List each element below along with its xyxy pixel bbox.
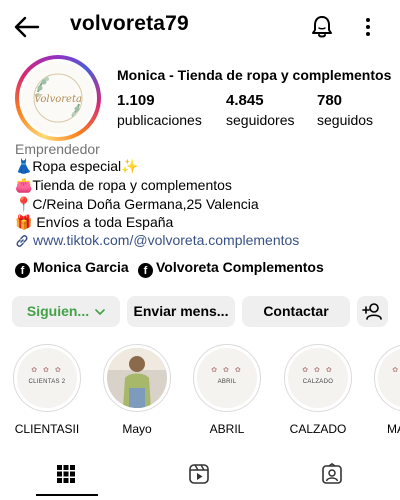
stat-followers-count: 4.845 bbox=[226, 92, 264, 109]
highlight-abril[interactable]: ✿ ✿ ✿ ABRIL ABRIL bbox=[189, 344, 265, 436]
bio-link-text: www.tiktok.com/@volvoreta.complementos bbox=[33, 232, 300, 248]
profile-category: Emprendedor bbox=[15, 141, 100, 157]
following-button-label: Siguien... bbox=[26, 303, 90, 319]
active-tab-indicator bbox=[36, 494, 98, 496]
highlight-label: CALZADO bbox=[289, 422, 347, 436]
highlight-cover: ✿ ✿ ✿ CALZADO bbox=[284, 344, 352, 412]
stat-posts[interactable]: 1.109 publicaciones bbox=[117, 92, 202, 128]
facebook-link-label: Volvoreta Complementos bbox=[156, 259, 324, 275]
stat-followers-label: seguidores bbox=[226, 112, 295, 128]
highlight-cover-text: ABRIL bbox=[217, 379, 237, 385]
bio-line-2: 👛Tienda de ropa y complementos bbox=[15, 177, 232, 193]
facebook-link-label: Monica Garcia bbox=[33, 259, 129, 275]
highlight-calzado[interactable]: ✿ ✿ ✿ CALZADO CALZADO bbox=[280, 344, 356, 436]
stat-following[interactable]: 780 seguidos bbox=[317, 92, 373, 128]
profile-avatar[interactable]: Volvoreta bbox=[15, 55, 101, 141]
highlight-label: MA bbox=[387, 422, 400, 436]
highlight-label: Mayo bbox=[122, 422, 152, 436]
stat-following-count: 780 bbox=[317, 92, 343, 109]
notification-bell-icon[interactable] bbox=[309, 14, 335, 40]
back-arrow-icon[interactable] bbox=[14, 14, 40, 40]
highlight-clientas-ii[interactable]: ✿ ✿ ✿ CLIENTAS 2 CLIENTASII bbox=[9, 344, 85, 436]
highlight-photo bbox=[107, 348, 167, 408]
highlight-cover: ✿ ✿ ✿ ABRIL bbox=[193, 344, 261, 412]
more-options-icon[interactable] bbox=[360, 14, 376, 40]
profile-content-tabs bbox=[0, 458, 400, 500]
highlight-cover bbox=[103, 344, 171, 412]
tagged-icon bbox=[322, 463, 342, 484]
stat-posts-label: publicaciones bbox=[117, 112, 202, 128]
tab-tagged[interactable] bbox=[266, 458, 399, 500]
highlight-cover-text: CLIENTAS 2 bbox=[28, 379, 66, 385]
bio-line-3: 📍C/Reina Doña Germana,25 Valencia bbox=[15, 196, 259, 212]
highlight-label: CLIENTASII bbox=[14, 422, 80, 436]
highlight-partial-clip: ✿ ✿ ✿ MA bbox=[370, 344, 400, 444]
facebook-link-volvoreta[interactable]: f Volvoreta Complementos bbox=[138, 259, 324, 278]
top-bar: volvoreta79 bbox=[0, 0, 400, 52]
avatar-logo-text: Volvoreta bbox=[34, 94, 82, 105]
link-icon bbox=[16, 235, 28, 247]
message-button[interactable]: Enviar mens... bbox=[127, 296, 235, 327]
chevron-down-icon bbox=[95, 309, 105, 315]
facebook-link-monica[interactable]: f Monica Garcia bbox=[15, 259, 129, 278]
tab-posts-grid[interactable] bbox=[0, 458, 133, 500]
facebook-icon: f bbox=[138, 263, 153, 278]
contact-button-label: Contactar bbox=[263, 303, 329, 319]
profile-username: volvoreta79 bbox=[70, 12, 189, 35]
bio-line-1: 👗Ropa especial✨ bbox=[15, 158, 139, 174]
grid-icon bbox=[57, 465, 75, 483]
profile-display-name: Monica - Tienda de ropa y complementos bbox=[117, 67, 392, 83]
message-button-label: Enviar mens... bbox=[133, 303, 229, 319]
bio-line-4: 🎁 Envíos a toda España bbox=[15, 214, 174, 230]
highlight-mayo[interactable]: Mayo bbox=[99, 344, 175, 436]
highlight-label: ABRIL bbox=[209, 422, 245, 436]
stat-following-label: seguidos bbox=[317, 112, 374, 128]
stat-posts-count: 1.109 bbox=[117, 92, 155, 109]
contact-button[interactable]: Contactar bbox=[242, 296, 350, 327]
add-user-icon bbox=[362, 303, 382, 320]
reels-icon bbox=[189, 464, 209, 484]
tab-reels[interactable] bbox=[133, 458, 266, 500]
suggested-users-button[interactable] bbox=[357, 296, 388, 327]
following-button[interactable]: Siguien... bbox=[12, 296, 120, 327]
highlight-cover: ✿ ✿ ✿ bbox=[374, 344, 400, 412]
highlight-cover-text: CALZADO bbox=[302, 379, 334, 385]
stat-followers[interactable]: 4.845 seguidores bbox=[226, 92, 295, 128]
facebook-icon: f bbox=[15, 263, 30, 278]
bio-external-link[interactable]: www.tiktok.com/@volvoreta.complementos bbox=[15, 232, 299, 248]
highlight-cover: ✿ ✿ ✿ CLIENTAS 2 bbox=[13, 344, 81, 412]
avatar-logo-image: Volvoreta bbox=[33, 73, 83, 123]
highlight-ma-partial[interactable]: ✿ ✿ ✿ MA bbox=[370, 344, 400, 436]
